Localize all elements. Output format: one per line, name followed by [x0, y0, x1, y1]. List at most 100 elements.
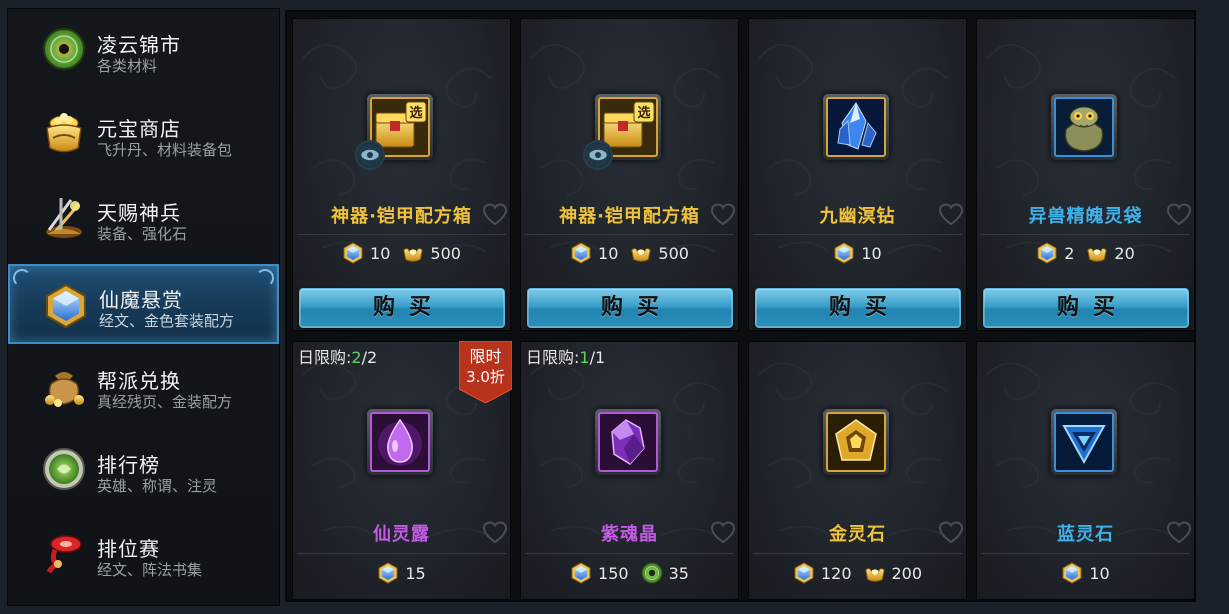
price-row: 10 — [977, 562, 1194, 584]
gold-stone-icon — [835, 419, 877, 461]
price-row: 150 35 — [521, 562, 738, 584]
sidebar-item-bounty[interactable]: 仙魔悬赏 经文、金色套装配方 — [8, 264, 279, 344]
favorite-heart-icon[interactable] — [710, 521, 736, 545]
tag-line-1: 限时 — [469, 347, 502, 366]
item-name: 九幽溟钻 — [819, 206, 896, 227]
crystal-currency-icon — [570, 242, 592, 264]
sidebar-item-divine-weapons[interactable]: 天赐神兵 装备、强化石 — [8, 177, 279, 257]
favorite-heart-icon[interactable] — [938, 203, 964, 227]
buy-button[interactable]: 购买 — [299, 288, 505, 328]
svg-text:选: 选 — [409, 105, 422, 121]
price-row: 10 500 — [293, 242, 510, 264]
favorite-heart-icon[interactable] — [482, 521, 508, 545]
divider — [753, 553, 962, 554]
favorite-heart-icon[interactable] — [710, 203, 736, 227]
divider — [981, 553, 1190, 554]
blue-crystal-icon — [46, 283, 86, 329]
daily-limit-total: /1 — [589, 348, 606, 367]
svg-text:选: 选 — [637, 105, 650, 121]
beast-bag-icon — [1064, 106, 1104, 152]
sidebar-item-subtitle: 经文、金色套装配方 — [99, 312, 235, 330]
card-background-ornament — [521, 19, 738, 330]
divider — [981, 234, 1190, 235]
buy-button[interactable]: 购买 — [527, 288, 733, 328]
sidebar-item-ranked-match[interactable]: 排位赛 经文、阵法书集 — [8, 513, 279, 593]
item-slot[interactable] — [823, 94, 889, 160]
shop-item-card: 异兽精魄灵袋 2 20 购买 — [976, 18, 1195, 331]
crystal-currency-icon — [342, 242, 364, 264]
money-bag-icon — [45, 372, 84, 407]
shop-item-card: 日限购:1/1 紫魂晶 150 35 — [520, 341, 739, 600]
shop-grid: 选 神器·铠甲配方箱 10 500 购买 选 神器·铠甲配方箱 10 500 购… — [285, 10, 1196, 602]
daily-limit-label: 日限购: — [526, 348, 580, 367]
sidebar-item-leaderboard[interactable]: 排行榜 英雄、称谓、注灵 — [8, 429, 279, 509]
weapons-icon — [46, 198, 82, 238]
gold-ingot-icon — [402, 242, 424, 264]
preview-eye-icon[interactable] — [583, 140, 613, 170]
price-amount: 15 — [405, 563, 426, 583]
item-slot[interactable] — [1051, 409, 1117, 475]
item-name: 神器·铠甲配方箱 — [331, 206, 472, 227]
daily-limit-count: 1 — [579, 348, 590, 367]
shop-item-card: 选 神器·铠甲配方箱 10 500 购买 — [292, 18, 511, 331]
preview-eye-icon[interactable] — [355, 140, 385, 170]
gold-ingot-icon — [1086, 242, 1108, 264]
favorite-heart-icon[interactable] — [482, 203, 508, 227]
jade-coin-icon — [641, 562, 663, 584]
favorite-heart-icon[interactable] — [1166, 521, 1192, 545]
price-row: 10 500 — [521, 242, 738, 264]
price-crystal: 120 — [793, 562, 852, 584]
divider — [525, 553, 734, 554]
sidebar-item-subtitle: 装备、强化石 — [97, 225, 188, 243]
item-slot[interactable] — [1051, 94, 1117, 160]
price-ingot: 500 — [402, 242, 461, 264]
price-amount: 10 — [861, 243, 882, 263]
sidebar-item-subtitle: 经文、阵法书集 — [97, 561, 203, 579]
price-row: 10 — [749, 242, 966, 264]
price-ingot: 20 — [1086, 242, 1135, 264]
price-amount: 500 — [430, 243, 461, 263]
crystal-currency-icon — [793, 562, 815, 584]
buy-button[interactable]: 购买 — [983, 288, 1189, 328]
sidebar-item-subtitle: 各类材料 — [97, 57, 158, 75]
shop-item-card: 金灵石 120 200 — [748, 341, 967, 600]
sidebar-item-title: 元宝商店 — [97, 117, 181, 141]
item-slot[interactable] — [595, 409, 661, 475]
price-amount: 35 — [668, 563, 689, 583]
sidebar-item-title: 仙魔悬赏 — [99, 288, 183, 312]
favorite-heart-icon[interactable] — [938, 521, 964, 545]
crystal-currency-icon — [1036, 242, 1058, 264]
item-name: 神器·铠甲配方箱 — [559, 206, 700, 227]
price-amount: 10 — [1089, 563, 1110, 583]
daily-limit: 日限购:2/2 — [298, 344, 377, 368]
price-ingot: 500 — [630, 242, 689, 264]
crystal-currency-icon — [377, 562, 399, 584]
buy-button[interactable]: 购买 — [755, 288, 961, 328]
sidebar-item-subtitle: 英雄、称谓、注灵 — [97, 477, 218, 495]
price-amount: 150 — [598, 563, 629, 583]
purple-drop-icon — [378, 418, 422, 466]
shop-item-card: 九幽溟钻 10 购买 — [748, 18, 967, 331]
sidebar-item-yuanbao-shop[interactable]: 元宝商店 飞升丹、材料装备包 — [8, 93, 279, 173]
price-crystal: 150 — [570, 562, 629, 584]
card-background-ornament — [977, 19, 1194, 330]
category-sidebar: 凌云锦市 各类材料 元宝商店 飞升丹、材料装备包 天赐神兵 装备、强化石 仙魔悬… — [7, 8, 280, 606]
item-name: 紫魂晶 — [601, 524, 658, 545]
item-name: 仙灵露 — [373, 524, 430, 545]
jade-disc-icon — [43, 28, 85, 70]
gold-pot-icon — [46, 113, 82, 153]
price-crystal: 15 — [377, 562, 426, 584]
card-background-ornament — [293, 19, 510, 330]
crystal-currency-icon — [1061, 562, 1083, 584]
sidebar-item-lingyun-market[interactable]: 凌云锦市 各类材料 — [8, 9, 279, 89]
item-name: 异兽精魄灵袋 — [1028, 206, 1143, 227]
item-slot[interactable] — [823, 409, 889, 475]
sidebar-item-guild-exchange[interactable]: 帮派兑换 真经残页、金装配方 — [8, 345, 279, 425]
sidebar-item-title: 天赐神兵 — [97, 201, 181, 225]
divider — [297, 553, 506, 554]
price-row: 15 — [293, 562, 510, 584]
item-slot[interactable] — [367, 409, 433, 475]
price-crystal: 10 — [833, 242, 882, 264]
favorite-heart-icon[interactable] — [1166, 203, 1192, 227]
limited-discount-tag: 限时 3.0折 — [459, 341, 512, 403]
